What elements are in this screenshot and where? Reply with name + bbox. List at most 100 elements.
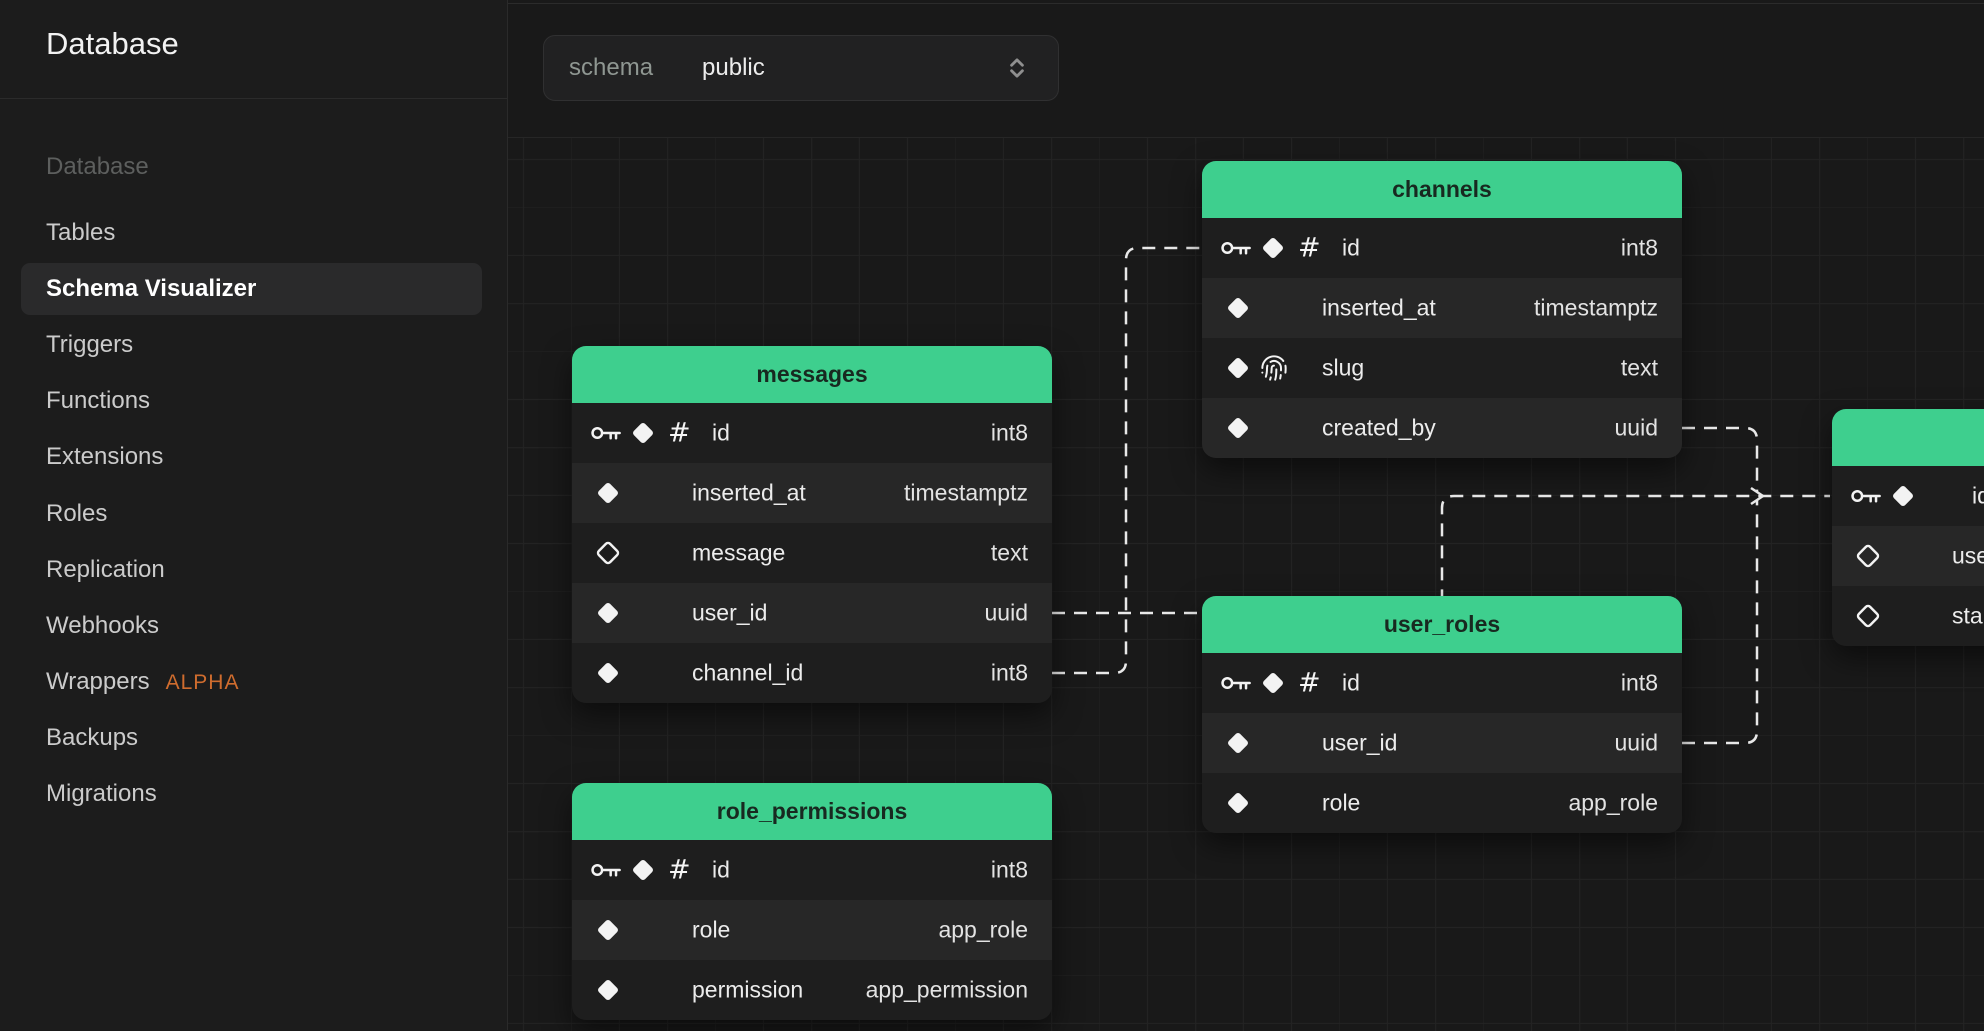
diamond-icon (594, 599, 622, 627)
column-name: id (1972, 483, 1984, 510)
sidebar-item-schema-visualizer[interactable]: Schema Visualizer (46, 275, 256, 303)
table-node-messages[interactable]: messages#idint8inserted_attimestamptzmes… (572, 346, 1052, 703)
table-row-created_by: created_by uuid (1202, 398, 1682, 458)
table-header[interactable]: channels (1202, 161, 1682, 218)
column-name: user_id (1322, 730, 1397, 757)
diamond-icon (594, 916, 622, 944)
table-row-sta: sta (1832, 586, 1984, 646)
column-type: int8 (1621, 670, 1658, 697)
diamond-icon (1224, 294, 1252, 322)
table-row-message: message text (572, 523, 1052, 583)
sidebar-item-tables[interactable]: Tables (46, 219, 115, 247)
table-row-inserted_at: inserted_attimestamptz (572, 463, 1052, 523)
column-type: uuid (1615, 415, 1658, 442)
column-type: app_role (938, 917, 1028, 944)
sidebar-item-label: Schema Visualizer (46, 275, 256, 302)
diamond-icon (1224, 354, 1252, 382)
column-type: text (991, 540, 1028, 567)
table-node-users-partial[interactable]: id use sta (1832, 409, 1984, 646)
sidebar-item-label: Webhooks (46, 612, 159, 639)
column-name: id (712, 420, 730, 447)
table-header[interactable]: role_permissions (572, 783, 1052, 840)
table-node-channels[interactable]: channels#idint8inserted_attimestamptzslu… (1202, 161, 1682, 458)
table-header[interactable]: user_roles (1202, 596, 1682, 653)
sidebar-section-label: Database (46, 153, 149, 181)
sidebar-item-roles[interactable]: Roles (46, 500, 107, 528)
table-node-user_roles[interactable]: user_roles#idint8user_iduuidroleapp_role (1202, 596, 1682, 833)
table-row-id: #idint8 (572, 403, 1052, 463)
column-type: app_role (1568, 790, 1658, 817)
nullable-diamond-icon (1854, 542, 1882, 570)
diamond-icon (1889, 482, 1917, 510)
sidebar-item-functions[interactable]: Functions (46, 387, 150, 415)
diamond-icon (1224, 414, 1252, 442)
sidebar-item-migrations[interactable]: Migrations (46, 780, 157, 808)
table-header[interactable] (1832, 409, 1984, 466)
table-title: channels (1392, 176, 1492, 203)
sidebar-item-extensions[interactable]: Extensions (46, 443, 163, 471)
table-row-user_id: user_id uuid (1202, 713, 1682, 773)
column-name: role (692, 917, 730, 944)
sidebar-item-replication[interactable]: Replication (46, 556, 165, 584)
sidebar-item-label: Functions (46, 387, 150, 414)
sidebar-item-label: Roles (46, 500, 107, 527)
diamond-icon (1259, 669, 1287, 697)
column-type: int8 (1621, 235, 1658, 262)
primary-key-icon (1851, 488, 1882, 505)
sidebar-item-webhooks[interactable]: Webhooks (46, 612, 159, 640)
primary-key-icon (591, 862, 622, 879)
unique-fingerprint-icon (1260, 354, 1288, 382)
column-type: uuid (1615, 730, 1658, 757)
sidebar-item-label: Replication (46, 556, 165, 583)
primary-key-icon (1221, 675, 1252, 692)
sidebar-title: Database (46, 26, 179, 62)
column-type: int8 (991, 660, 1028, 687)
table-row-id: #idint8 (1202, 218, 1682, 278)
sidebar-item-backups[interactable]: Backups (46, 724, 138, 752)
diamond-icon (594, 659, 622, 687)
identity-hash-icon: # (1298, 233, 1321, 264)
sidebar-item-label: Tables (46, 219, 115, 246)
column-name: slug (1322, 355, 1364, 382)
table-row-use: use (1832, 526, 1984, 586)
primary-key-icon (591, 425, 622, 442)
sidebar-item-triggers[interactable]: Triggers (46, 331, 133, 359)
schema-select[interactable]: schema public (543, 35, 1059, 101)
column-name: inserted_at (692, 480, 806, 507)
primary-key-icon (1221, 240, 1252, 257)
table-node-role_permissions[interactable]: role_permissions#idint8 role app_rolepermi… (572, 783, 1052, 1020)
sidebar-item-wrappers[interactable]: Wrappers ALPHA (46, 668, 239, 696)
sidebar-item-label: Migrations (46, 780, 157, 807)
column-name: role (1322, 790, 1360, 817)
column-name: created_by (1322, 415, 1436, 442)
table-row-permission: permissionapp_permission (572, 960, 1052, 1020)
table-title: messages (756, 361, 867, 388)
table-row-id: #idint8 (572, 840, 1052, 900)
schema-visualizer-page: { "sidebar": { "title": "Database", "ite… (0, 0, 1984, 1030)
table-header[interactable]: messages (572, 346, 1052, 403)
sidebar-item-label: Wrappers (46, 668, 150, 695)
sidebar-item-label: Extensions (46, 443, 163, 470)
nullable-diamond-icon (1854, 602, 1882, 630)
column-name: sta (1952, 603, 1983, 630)
schema-select-label: schema (569, 54, 653, 82)
alpha-badge: ALPHA (166, 671, 240, 694)
diamond-icon (1224, 789, 1252, 817)
table-row-role: role app_role (1202, 773, 1682, 833)
chevron-up-down-icon (1004, 55, 1030, 81)
sidebar-item-label: Backups (46, 724, 138, 751)
table-row-user_id: user_iduuid (572, 583, 1052, 643)
sidebar-divider (0, 98, 507, 99)
diamond-icon (629, 419, 657, 447)
database-sidebar: Database Database Tables Schema Visualizer… (0, 0, 508, 1030)
identity-hash-icon: # (1298, 668, 1321, 699)
nullable-diamond-icon (594, 539, 622, 567)
column-name: id (712, 857, 730, 884)
column-name: use (1952, 543, 1984, 570)
schema-select-value: public (702, 54, 765, 82)
column-name: message (692, 540, 785, 567)
column-name: permission (692, 977, 803, 1004)
column-name: user_id (692, 600, 767, 627)
identity-hash-icon: # (668, 418, 691, 449)
diamond-icon (1224, 729, 1252, 757)
